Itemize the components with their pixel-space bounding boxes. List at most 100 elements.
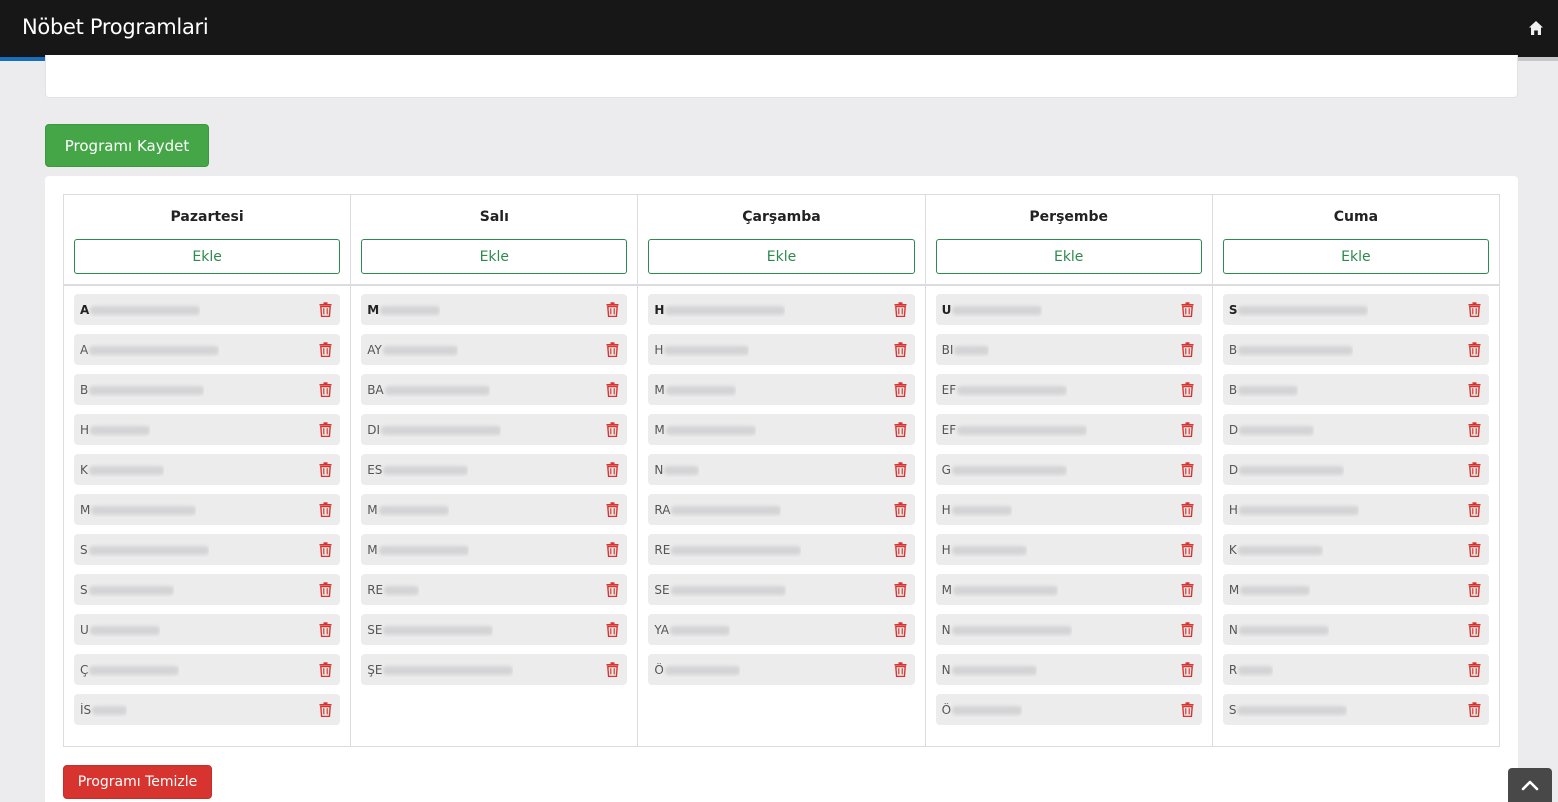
- entry-item[interactable]: EF: [935, 374, 1202, 405]
- trash-icon[interactable]: [319, 702, 332, 718]
- entry-item[interactable]: RA: [648, 494, 915, 525]
- entry-item[interactable]: M: [648, 414, 915, 445]
- trash-icon[interactable]: [894, 502, 907, 518]
- trash-icon[interactable]: [1468, 622, 1481, 638]
- entry-item[interactable]: M: [361, 294, 628, 325]
- entry-item[interactable]: AY: [361, 334, 628, 365]
- entry-item[interactable]: H: [648, 334, 915, 365]
- add-entry-button[interactable]: Ekle: [935, 239, 1202, 274]
- trash-icon[interactable]: [606, 342, 619, 358]
- trash-icon[interactable]: [894, 342, 907, 358]
- trash-icon[interactable]: [606, 662, 619, 678]
- entry-item[interactable]: S: [1222, 294, 1490, 325]
- trash-icon[interactable]: [1181, 342, 1194, 358]
- save-program-button[interactable]: Programı Kaydet: [45, 124, 209, 167]
- entry-item[interactable]: RE: [361, 574, 628, 605]
- entry-item[interactable]: H: [648, 294, 915, 325]
- trash-icon[interactable]: [894, 302, 907, 318]
- entry-item[interactable]: İS: [74, 694, 341, 725]
- entry-item[interactable]: YA: [648, 614, 915, 645]
- trash-icon[interactable]: [606, 582, 619, 598]
- entry-item[interactable]: M: [361, 534, 628, 565]
- entry-item[interactable]: Ç: [74, 654, 341, 685]
- entry-item[interactable]: S: [74, 534, 341, 565]
- trash-icon[interactable]: [1181, 542, 1194, 558]
- trash-icon[interactable]: [1468, 462, 1481, 478]
- entry-item[interactable]: SE: [648, 574, 915, 605]
- trash-icon[interactable]: [894, 422, 907, 438]
- trash-icon[interactable]: [319, 462, 332, 478]
- add-entry-button[interactable]: Ekle: [361, 239, 628, 274]
- add-entry-button[interactable]: Ekle: [74, 239, 341, 274]
- entry-item[interactable]: M: [648, 374, 915, 405]
- entry-item[interactable]: D: [1222, 454, 1490, 485]
- trash-icon[interactable]: [606, 422, 619, 438]
- trash-icon[interactable]: [1181, 702, 1194, 718]
- trash-icon[interactable]: [894, 662, 907, 678]
- trash-icon[interactable]: [1468, 662, 1481, 678]
- trash-icon[interactable]: [894, 462, 907, 478]
- entry-item[interactable]: Ö: [935, 694, 1202, 725]
- trash-icon[interactable]: [319, 342, 332, 358]
- trash-icon[interactable]: [1468, 302, 1481, 318]
- entry-item[interactable]: B: [1222, 334, 1490, 365]
- trash-icon[interactable]: [1181, 302, 1194, 318]
- trash-icon[interactable]: [1468, 702, 1481, 718]
- entry-item[interactable]: K: [74, 454, 341, 485]
- scroll-top-button[interactable]: [1508, 768, 1552, 802]
- entry-item[interactable]: M: [1222, 574, 1490, 605]
- trash-icon[interactable]: [1181, 662, 1194, 678]
- trash-icon[interactable]: [319, 302, 332, 318]
- trash-icon[interactable]: [606, 502, 619, 518]
- trash-icon[interactable]: [319, 662, 332, 678]
- entry-item[interactable]: B: [74, 374, 341, 405]
- trash-icon[interactable]: [319, 582, 332, 598]
- trash-icon[interactable]: [894, 542, 907, 558]
- trash-icon[interactable]: [1181, 622, 1194, 638]
- entry-item[interactable]: K: [1222, 534, 1490, 565]
- entry-item[interactable]: D: [1222, 414, 1490, 445]
- entry-item[interactable]: M: [361, 494, 628, 525]
- trash-icon[interactable]: [1181, 582, 1194, 598]
- trash-icon[interactable]: [606, 382, 619, 398]
- entry-item[interactable]: BA: [361, 374, 628, 405]
- entry-item[interactable]: N: [935, 654, 1202, 685]
- trash-icon[interactable]: [1468, 582, 1481, 598]
- home-icon[interactable]: [1528, 20, 1544, 36]
- entry-item[interactable]: N: [648, 454, 915, 485]
- entry-item[interactable]: U: [74, 614, 341, 645]
- trash-icon[interactable]: [319, 542, 332, 558]
- entry-item[interactable]: S: [1222, 694, 1490, 725]
- add-entry-button[interactable]: Ekle: [1222, 239, 1490, 274]
- entry-item[interactable]: U: [935, 294, 1202, 325]
- trash-icon[interactable]: [606, 542, 619, 558]
- entry-item[interactable]: ŞE: [361, 654, 628, 685]
- entry-item[interactable]: Ö: [648, 654, 915, 685]
- trash-icon[interactable]: [1468, 502, 1481, 518]
- trash-icon[interactable]: [1181, 502, 1194, 518]
- entry-item[interactable]: H: [935, 534, 1202, 565]
- entry-item[interactable]: B: [1222, 374, 1490, 405]
- clear-program-button[interactable]: Programı Temizle: [63, 765, 212, 799]
- entry-item[interactable]: A: [74, 294, 341, 325]
- trash-icon[interactable]: [606, 622, 619, 638]
- trash-icon[interactable]: [1468, 422, 1481, 438]
- entry-item[interactable]: R: [1222, 654, 1490, 685]
- trash-icon[interactable]: [1181, 382, 1194, 398]
- trash-icon[interactable]: [319, 502, 332, 518]
- entry-item[interactable]: ES: [361, 454, 628, 485]
- trash-icon[interactable]: [1181, 422, 1194, 438]
- entry-item[interactable]: M: [74, 494, 341, 525]
- add-entry-button[interactable]: Ekle: [648, 239, 915, 274]
- entry-item[interactable]: EF: [935, 414, 1202, 445]
- trash-icon[interactable]: [606, 302, 619, 318]
- entry-item[interactable]: SE: [361, 614, 628, 645]
- entry-item[interactable]: H: [1222, 494, 1490, 525]
- entry-item[interactable]: DI: [361, 414, 628, 445]
- entry-item[interactable]: RE: [648, 534, 915, 565]
- entry-item[interactable]: G: [935, 454, 1202, 485]
- trash-icon[interactable]: [319, 422, 332, 438]
- entry-item[interactable]: A: [74, 334, 341, 365]
- trash-icon[interactable]: [1468, 342, 1481, 358]
- entry-item[interactable]: N: [1222, 614, 1490, 645]
